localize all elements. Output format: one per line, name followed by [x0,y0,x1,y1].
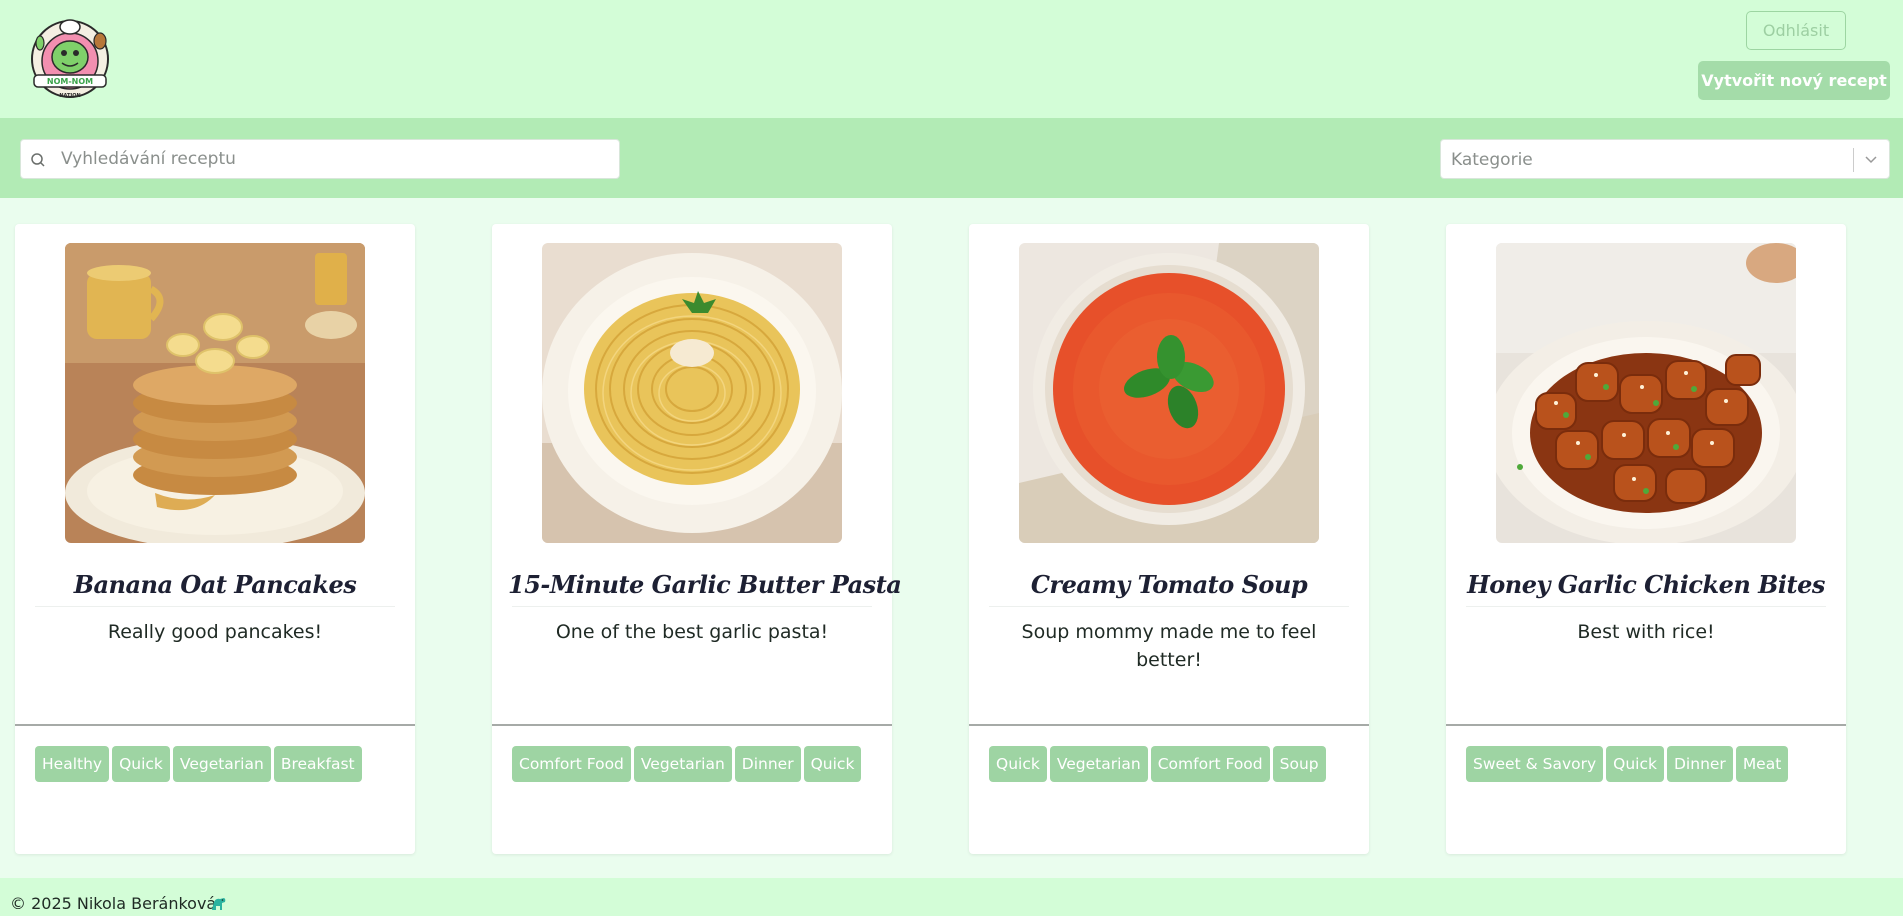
nom-nom-logo-icon: NOM-NOM NATION [31,19,109,99]
recipe-title[interactable]: Creamy Tomato Soup [985,562,1353,608]
tag[interactable]: Quick [1606,746,1664,782]
recipe-image[interactable] [1496,243,1796,543]
tag[interactable]: Quick [112,746,170,782]
create-recipe-button[interactable]: Vytvořit nový recept [1698,61,1890,100]
tag[interactable]: Quick [989,746,1047,782]
recipe-image[interactable] [65,243,365,543]
tag[interactable]: Vegetarian [633,746,732,782]
pasta-image [542,243,842,543]
dinosaur-icon [212,898,226,910]
divider [1466,606,1826,607]
recipe-card[interactable]: Honey Garlic Chicken Bites Best with ric… [1446,224,1846,854]
search-field[interactable] [20,139,620,179]
svg-text:NOM-NOM: NOM-NOM [47,77,93,86]
chevron-down-icon[interactable] [1861,152,1881,168]
copyright-text: © 2025 Nikola Beránková [10,894,217,913]
recipe-description: One of the best garlic pasta! [555,621,829,643]
recipe-description: Soup mommy made me to feel better! [1021,621,1317,671]
tag[interactable]: Healthy [35,746,110,782]
tag[interactable]: Comfort Food [1150,746,1270,782]
svg-text:NATION: NATION [59,93,80,99]
divider [35,606,395,607]
tag-list: Healthy Quick Vegetarian Breakfast [35,746,405,782]
category-placeholder: Kategorie [1451,150,1533,170]
divider [512,606,872,607]
tomato-soup-image [1019,243,1319,543]
tag[interactable]: Vegetarian [1049,746,1148,782]
divider [989,606,1349,607]
recipe-image[interactable] [542,243,842,543]
tag[interactable]: Comfort Food [512,746,631,782]
logo[interactable]: NOM-NOM NATION [28,13,112,105]
tag-list: Sweet & Savory Quick Dinner Meat [1466,746,1836,782]
tag-list: Comfort Food Vegetarian Dinner Quick [512,746,882,782]
category-select[interactable]: Kategorie [1440,139,1890,179]
tag[interactable]: Dinner [734,746,801,782]
tag[interactable]: Soup [1272,746,1326,782]
recipe-description: Really good pancakes! [107,621,323,643]
header: NOM-NOM NATION Odhlásit Vytvořit nový re… [0,0,1903,118]
select-separator [1853,148,1854,172]
divider [15,724,415,726]
tag[interactable]: Meat [1735,746,1789,782]
recipe-card[interactable]: Creamy Tomato Soup Soup mommy made me to… [969,224,1369,854]
tag[interactable]: Breakfast [273,746,362,782]
tag[interactable]: Sweet & Savory [1466,746,1604,782]
recipe-image[interactable] [1019,243,1319,543]
search-input[interactable] [61,140,617,178]
recipe-title[interactable]: Banana Oat Pancakes [31,562,399,608]
footer: © 2025 Nikola Beránková [0,878,1903,916]
recipe-card[interactable]: Banana Oat Pancakes Really good pancakes… [15,224,415,854]
chicken-bites-image [1496,243,1796,543]
recipe-card[interactable]: 15-Minute Garlic Butter Pasta One of the… [492,224,902,854]
divider [1446,724,1846,726]
logout-button[interactable]: Odhlásit [1746,11,1846,50]
pancakes-image [65,243,365,543]
recipe-title[interactable]: Honey Garlic Chicken Bites [1462,562,1830,608]
tag[interactable]: Vegetarian [172,746,271,782]
tag-list: Quick Vegetarian Comfort Food Soup [989,746,1359,782]
recipe-title[interactable]: 15-Minute Garlic Butter Pasta [508,562,902,608]
tag[interactable]: Quick [803,746,862,782]
recipe-description: Best with rice! [1577,621,1715,643]
tag[interactable]: Dinner [1667,746,1733,782]
divider [492,724,892,726]
search-icon [31,153,45,167]
search-bar: Kategorie [0,118,1903,198]
divider [969,724,1369,726]
